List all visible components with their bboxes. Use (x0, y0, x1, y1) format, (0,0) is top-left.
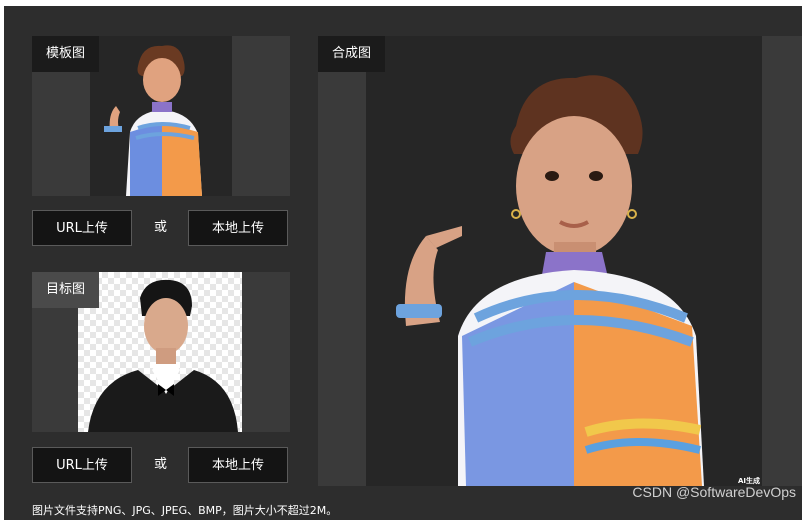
result-panel-label: 合成图 (318, 36, 386, 72)
target-local-upload-button[interactable]: 本地上传 (188, 447, 288, 483)
target-image-panel[interactable]: 目标图 (32, 272, 290, 432)
template-panel-label: 模板图 (32, 36, 100, 72)
target-panel-label: 目标图 (32, 272, 100, 308)
file-format-hint: 图片文件支持PNG、JPG、JPEG、BMP，图片大小不超过2M。 (32, 504, 338, 517)
target-url-upload-button[interactable]: URL上传 (32, 447, 132, 483)
target-man-in-tuxedo-image (78, 272, 242, 432)
face-swap-app: 模板图 URL上传 或 本地上传 目标图 URL上传 或 本地上传 合成图 AI… (4, 6, 802, 520)
target-or-text: 或 (154, 457, 168, 472)
result-image-panel: 合成图 AI生成 (318, 36, 802, 486)
template-or-text: 或 (154, 220, 168, 235)
template-cartoon-boy-image (104, 45, 202, 196)
csdn-watermark: CSDN @SoftwareDevOps (632, 484, 796, 500)
template-local-upload-button[interactable]: 本地上传 (188, 210, 288, 246)
template-url-upload-button[interactable]: URL上传 (32, 210, 132, 246)
result-composite-image (396, 75, 704, 486)
template-image-panel[interactable]: 模板图 (32, 36, 290, 196)
